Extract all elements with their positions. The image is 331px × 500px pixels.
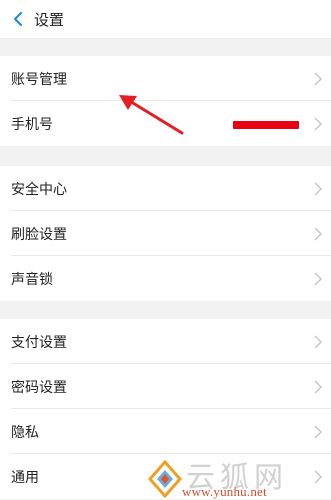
settings-item-label: 账号管理 [11, 71, 67, 88]
settings-group-general: 支付设置 密码设置 隐私 通用 [0, 319, 331, 499]
chevron-right-icon [313, 181, 323, 197]
chevron-right-icon [313, 71, 323, 87]
settings-item-label: 隐私 [11, 424, 39, 441]
nav-bar: 设置 [0, 0, 331, 38]
redacted-phone-value [233, 121, 299, 129]
settings-item-label: 支付设置 [11, 334, 67, 351]
settings-item-privacy[interactable]: 隐私 [0, 409, 331, 454]
settings-item-label: 安全中心 [11, 181, 67, 198]
settings-item-label: 通用 [11, 469, 39, 486]
settings-item-face-settings[interactable]: 刷脸设置 [0, 211, 331, 256]
chevron-right-icon [313, 379, 323, 395]
settings-item-account-management[interactable]: 账号管理 [0, 56, 331, 101]
settings-item-label: 密码设置 [11, 379, 67, 396]
settings-item-label: 刷脸设置 [11, 226, 67, 243]
settings-item-voice-lock[interactable]: 声音锁 [0, 256, 331, 301]
settings-item-label: 声音锁 [11, 271, 53, 288]
settings-item-security-center[interactable]: 安全中心 [0, 166, 331, 211]
settings-item-general[interactable]: 通用 [0, 454, 331, 499]
chevron-right-icon [313, 334, 323, 350]
chevron-right-icon [313, 226, 323, 242]
chevron-right-icon [313, 271, 323, 287]
page-title: 设置 [34, 10, 65, 29]
chevron-right-icon [313, 116, 323, 132]
chevron-left-icon [14, 12, 22, 26]
settings-item-payment-settings[interactable]: 支付设置 [0, 319, 331, 364]
settings-group-account: 账号管理 手机号 [0, 56, 331, 146]
settings-group-security: 安全中心 刷脸设置 声音锁 [0, 166, 331, 301]
settings-item-label: 手机号 [11, 116, 53, 133]
chevron-right-icon [313, 424, 323, 440]
chevron-right-icon [313, 469, 323, 485]
settings-item-phone-number[interactable]: 手机号 [0, 101, 331, 146]
back-button[interactable] [0, 0, 36, 38]
settings-item-password-settings[interactable]: 密码设置 [0, 364, 331, 409]
